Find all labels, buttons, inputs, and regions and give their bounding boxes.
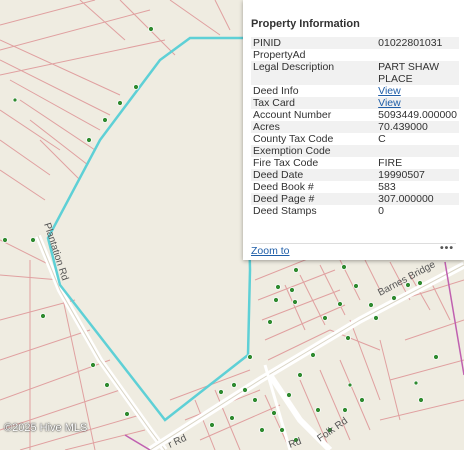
attribute-row: Deed Info View bbox=[251, 85, 459, 97]
attribute-value: 70.439000 bbox=[376, 121, 459, 133]
attribute-value: 583 bbox=[376, 181, 459, 193]
attribute-value bbox=[376, 49, 459, 61]
attribute-key: PINID bbox=[251, 37, 377, 49]
attribute-row: Legal Description PART SHAW PLACE bbox=[251, 61, 459, 85]
attribute-key: PropertyAd bbox=[251, 49, 377, 61]
attribute-key: Exemption Code bbox=[251, 145, 377, 157]
attribute-value: 01022801031 bbox=[376, 37, 459, 49]
attribute-row: Deed Page #307.000000 bbox=[251, 193, 459, 205]
attribute-key: Acres bbox=[251, 121, 377, 133]
attribute-value: View bbox=[376, 97, 459, 109]
attribute-row: Exemption Code bbox=[251, 145, 459, 157]
property-info-popup: Property Information PINID 01022801031 Pro… bbox=[243, 0, 464, 260]
attribute-row: PropertyAd bbox=[251, 49, 459, 61]
attribute-key: County Tax Code bbox=[251, 133, 377, 145]
attribute-value: 307.000000 bbox=[376, 193, 459, 205]
attribute-key: Deed Date bbox=[251, 169, 377, 181]
attribute-key: Deed Page # bbox=[251, 193, 377, 205]
attribute-table: PINID 01022801031 PropertyAd Legal Descript… bbox=[251, 37, 459, 217]
attribute-value: FIRE bbox=[376, 157, 459, 169]
attribute-value: PART SHAW PLACE bbox=[376, 61, 459, 85]
attribute-row: Deed Book #583 bbox=[251, 181, 459, 193]
more-options-icon[interactable]: ••• bbox=[440, 242, 454, 254]
attribute-key: Account Number bbox=[251, 109, 377, 121]
attribute-link[interactable]: View bbox=[378, 85, 401, 97]
attribute-value: 5093449.000000 bbox=[376, 109, 459, 121]
mls-watermark: ©2025 Hive MLS bbox=[4, 422, 88, 434]
attribute-value: 0 bbox=[376, 205, 459, 217]
attribute-value: C bbox=[376, 133, 459, 145]
popup-footer: Zoom to ••• bbox=[251, 242, 456, 259]
attribute-row: Deed Date 19990507 bbox=[251, 169, 459, 181]
attribute-value bbox=[376, 145, 459, 157]
attribute-row: County Tax Code C bbox=[251, 133, 459, 145]
attribute-key: Fire Tax Code bbox=[251, 157, 377, 169]
zoom-to-link[interactable]: Zoom to bbox=[251, 245, 290, 257]
attribute-row: Tax Card View bbox=[251, 97, 459, 109]
attribute-row: Fire Tax Code FIRE bbox=[251, 157, 459, 169]
attribute-row: Acres 70.439000 bbox=[251, 121, 459, 133]
attribute-row: Deed Stamps 0 bbox=[251, 205, 459, 217]
attribute-key: Tax Card bbox=[251, 97, 377, 109]
attribute-key: Deed Book # bbox=[251, 181, 377, 193]
popup-title: Property Information bbox=[251, 18, 360, 30]
attribute-key: Legal Description bbox=[251, 61, 377, 85]
attribute-value: View bbox=[376, 85, 459, 97]
attribute-row: PINID 01022801031 bbox=[251, 37, 459, 49]
attribute-value: 19990507 bbox=[376, 169, 459, 181]
attribute-row: Account Number 5093449.000000 bbox=[251, 109, 459, 121]
attribute-link[interactable]: View bbox=[378, 97, 401, 109]
attribute-key: Deed Info bbox=[251, 85, 377, 97]
attribute-key: Deed Stamps bbox=[251, 205, 377, 217]
